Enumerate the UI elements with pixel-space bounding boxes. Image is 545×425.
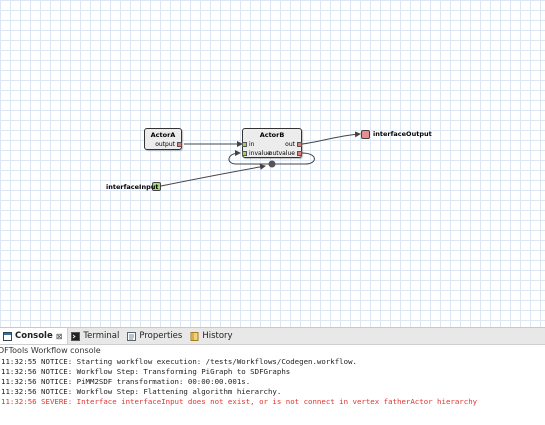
- tab-history[interactable]: History: [187, 328, 237, 344]
- console-title: DFTools Workflow console: [0, 346, 101, 355]
- tab-console[interactable]: Console ⊠: [0, 328, 69, 344]
- properties-icon: [127, 331, 137, 341]
- delay-marker[interactable]: [268, 160, 276, 168]
- tab-properties-label: Properties: [139, 331, 183, 341]
- log-line: 11:32:56 NOTICE: PiMM2SDF transformation…: [1, 377, 251, 386]
- terminal-icon: [71, 331, 81, 341]
- log-line: 11:32:56 NOTICE: Workflow Step: Flatteni…: [1, 387, 282, 396]
- actor-a-title: ActorA: [150, 131, 176, 139]
- diagram-canvas[interactable]: ActorA output ActorB in invalue out outv…: [0, 0, 545, 327]
- console-icon: [3, 331, 12, 341]
- actor-b-port-in-label: in: [249, 141, 255, 148]
- interface-output-node[interactable]: [361, 130, 370, 139]
- log-line-error: 11:32:56 SEVERE: Interface interfaceInpu…: [1, 397, 478, 406]
- edge-actorb-interfaceoutput[interactable]: [301, 131, 361, 145]
- tab-terminal-label: Terminal: [83, 331, 120, 341]
- edge-interfaceinput-actorb[interactable]: [160, 163, 266, 187]
- history-icon: [190, 331, 199, 341]
- console-panel: Console ⊠ Terminal Properties History DF…: [0, 327, 545, 425]
- log-line: 11:32:56 NOTICE: Workflow Step: Transfor…: [1, 367, 291, 376]
- tab-properties[interactable]: Properties: [124, 328, 187, 344]
- actor-a[interactable]: ActorA output: [144, 128, 182, 150]
- tab-terminal[interactable]: Terminal: [68, 328, 124, 344]
- tab-console-label: Console: [15, 331, 53, 341]
- edges-layer: [160, 131, 361, 187]
- actor-a-port-output-label: output: [155, 141, 175, 148]
- view-tabs: Console ⊠ Terminal Properties History: [0, 328, 545, 345]
- console-log[interactable]: 11:32:55 NOTICE: Starting workflow execu…: [0, 357, 545, 407]
- actor-b-port-out[interactable]: [297, 142, 302, 147]
- tab-history-label: History: [202, 331, 233, 341]
- actor-b-port-invalue[interactable]: [242, 151, 247, 156]
- actor-a-port-output[interactable]: [177, 142, 182, 147]
- close-icon[interactable]: ⊠: [56, 332, 63, 341]
- interface-output-label: interfaceOutput: [373, 130, 432, 138]
- actor-b-port-outvalue[interactable]: [297, 151, 302, 156]
- actor-b-port-outvalue-label: outvalue: [268, 150, 295, 157]
- actor-b-port-out-label: out: [285, 141, 295, 148]
- actor-b-port-in[interactable]: [242, 142, 247, 147]
- interface-input-label: interfaceInput: [106, 183, 159, 191]
- actor-b[interactable]: ActorB in invalue out outvalue: [242, 128, 302, 158]
- log-line: 11:32:55 NOTICE: Starting workflow execu…: [1, 357, 357, 366]
- actor-b-port-invalue-label: invalue: [249, 150, 271, 157]
- actor-b-title: ActorB: [259, 131, 285, 139]
